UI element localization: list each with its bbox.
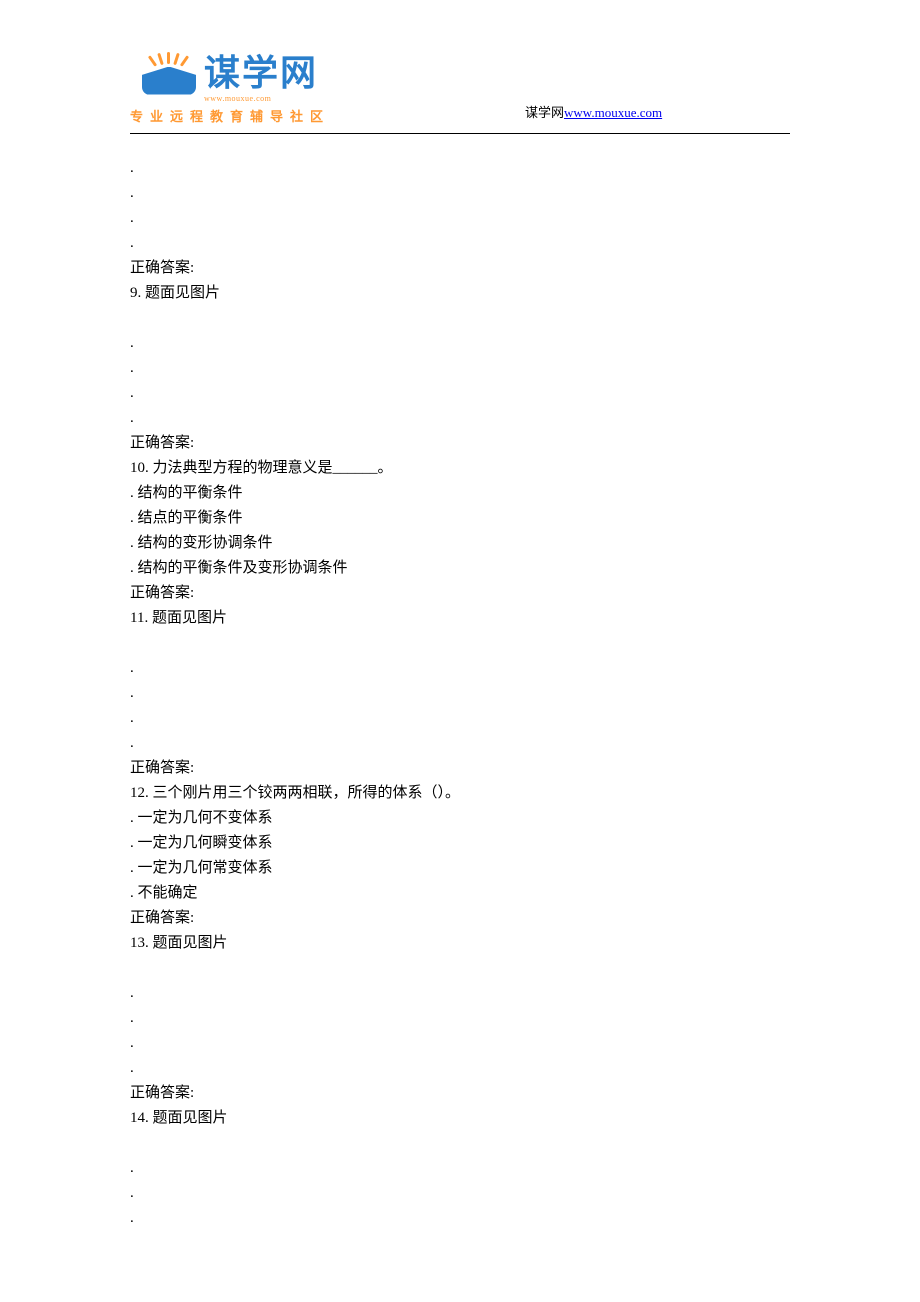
logo-icon: [142, 53, 196, 95]
dot-line: .: [130, 1006, 920, 1031]
dot-line: .: [130, 706, 920, 731]
dot-line: .: [130, 331, 920, 356]
dot-line: .: [130, 1181, 920, 1206]
question-text: 10. 力法典型方程的物理意义是______。: [130, 456, 920, 481]
header-link[interactable]: www.mouxue.com: [564, 105, 662, 120]
question-text: 12. 三个刚片用三个铰两两相联，所得的体系（）。: [130, 781, 920, 806]
dot-line: .: [130, 381, 920, 406]
question-text: 14. 题面见图片: [130, 1106, 920, 1131]
dot-line: .: [130, 681, 920, 706]
answer-label: 正确答案:: [130, 256, 920, 281]
option-text: . 一定为几何瞬变体系: [130, 831, 920, 856]
page-header: 谋学网 www.mouxue.com 专业远程教育辅导社区 谋学网www.mou…: [0, 0, 920, 125]
dot-line: .: [130, 731, 920, 756]
blank-line: [130, 631, 920, 656]
logo-main: 谋学网 www.mouxue.com: [142, 44, 318, 103]
blank-line: [130, 306, 920, 331]
dot-line: .: [130, 181, 920, 206]
dot-line: .: [130, 981, 920, 1006]
dot-line: .: [130, 656, 920, 681]
option-text: . 一定为几何不变体系: [130, 806, 920, 831]
dot-line: .: [130, 156, 920, 181]
logo-text: 谋学网: [204, 44, 318, 96]
document-content: ....正确答案:9. 题面见图片....正确答案:10. 力法典型方程的物理意…: [0, 134, 920, 1231]
option-text: . 结构的平衡条件及变形协调条件: [130, 556, 920, 581]
dot-line: .: [130, 231, 920, 256]
blank-line: [130, 956, 920, 981]
option-text: . 一定为几何常变体系: [130, 856, 920, 881]
answer-label: 正确答案:: [130, 431, 920, 456]
blank-line: [130, 1131, 920, 1156]
logo-subtitle: 专业远程教育辅导社区: [130, 106, 330, 125]
option-text: . 结构的平衡条件: [130, 481, 920, 506]
dot-line: .: [130, 406, 920, 431]
header-right: 谋学网www.mouxue.com: [525, 102, 662, 125]
dot-line: .: [130, 356, 920, 381]
answer-label: 正确答案:: [130, 756, 920, 781]
question-text: 11. 题面见图片: [130, 606, 920, 631]
header-right-text: 谋学网: [525, 105, 564, 120]
option-text: . 结点的平衡条件: [130, 506, 920, 531]
answer-label: 正确答案:: [130, 906, 920, 931]
dot-line: .: [130, 1056, 920, 1081]
logo: 谋学网 www.mouxue.com 专业远程教育辅导社区: [130, 44, 330, 125]
option-text: . 结构的变形协调条件: [130, 531, 920, 556]
dot-line: .: [130, 1206, 920, 1231]
question-text: 9. 题面见图片: [130, 281, 920, 306]
answer-label: 正确答案:: [130, 1081, 920, 1106]
option-text: . 不能确定: [130, 881, 920, 906]
question-text: 13. 题面见图片: [130, 931, 920, 956]
dot-line: .: [130, 206, 920, 231]
answer-label: 正确答案:: [130, 581, 920, 606]
dot-line: .: [130, 1031, 920, 1056]
dot-line: .: [130, 1156, 920, 1181]
